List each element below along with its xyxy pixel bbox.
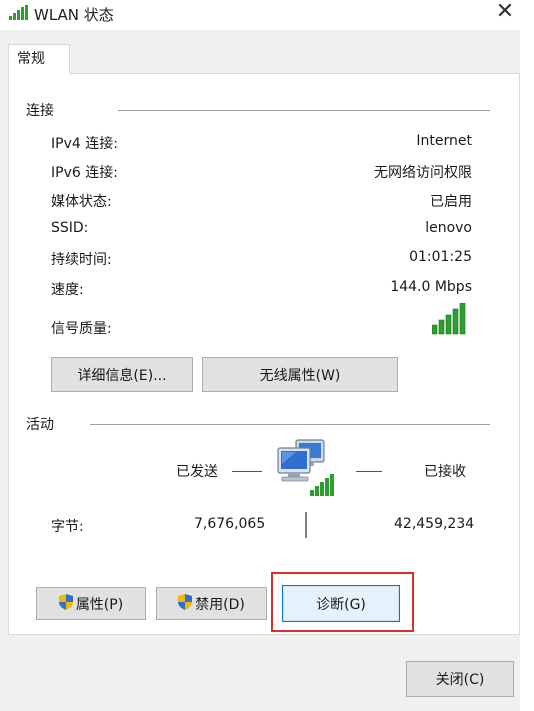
window-title: WLAN 状态 — [34, 6, 114, 24]
close-window-icon[interactable]: ✕ — [490, 0, 520, 26]
connection-divider — [118, 110, 490, 111]
duration-value: 01:01:25 — [409, 249, 472, 265]
sent-label: 已发送 — [176, 464, 218, 480]
signal-quality-label: 信号质量: — [51, 321, 112, 337]
media-state-value: 已启用 — [430, 194, 472, 210]
wifi-signal-icon — [8, 5, 30, 25]
ipv4-label: IPv4 连接: — [51, 136, 118, 152]
duration-label: 持续时间: — [51, 252, 112, 268]
properties-label: 属性(P) — [75, 596, 124, 613]
received-line — [356, 471, 382, 472]
ipv6-label: IPv6 连接: — [51, 165, 118, 181]
bytes-sent-value: 7,676,065 — [194, 516, 266, 532]
bytes-divider — [305, 512, 307, 538]
signal-bars-icon — [431, 302, 468, 339]
activity-divider — [90, 424, 490, 425]
ipv6-value: 无网络访问权限 — [374, 165, 472, 181]
ipv4-value: Internet — [416, 133, 472, 149]
properties-button[interactable]: 属性(P) — [36, 587, 146, 620]
uac-shield-icon — [58, 593, 73, 614]
speed-label: 速度: — [51, 282, 84, 298]
received-label: 已接收 — [424, 464, 466, 480]
disable-button[interactable]: 禁用(D) — [156, 587, 267, 620]
connection-section-label: 连接 — [26, 103, 54, 119]
sent-line — [232, 471, 262, 472]
uac-shield-icon — [178, 593, 193, 614]
general-tab-panel — [8, 73, 520, 635]
ssid-label: SSID: — [51, 220, 89, 236]
speed-value: 144.0 Mbps — [390, 279, 472, 295]
network-computers-icon — [276, 438, 340, 502]
media-state-label: 媒体状态: — [51, 194, 112, 210]
disable-label: 禁用(D) — [195, 596, 245, 613]
details-button[interactable]: 详细信息(E)... — [51, 357, 193, 392]
wireless-properties-button[interactable]: 无线属性(W) — [202, 357, 398, 392]
diagnose-highlight-box — [271, 572, 414, 632]
bytes-received-value: 42,459,234 — [394, 516, 475, 532]
close-button[interactable]: 关闭(C) — [406, 661, 514, 697]
bytes-label: 字节: — [51, 519, 84, 535]
ssid-value: lenovo — [425, 220, 472, 236]
tab-general[interactable]: 常规 — [8, 44, 70, 74]
activity-section-label: 活动 — [26, 417, 54, 433]
